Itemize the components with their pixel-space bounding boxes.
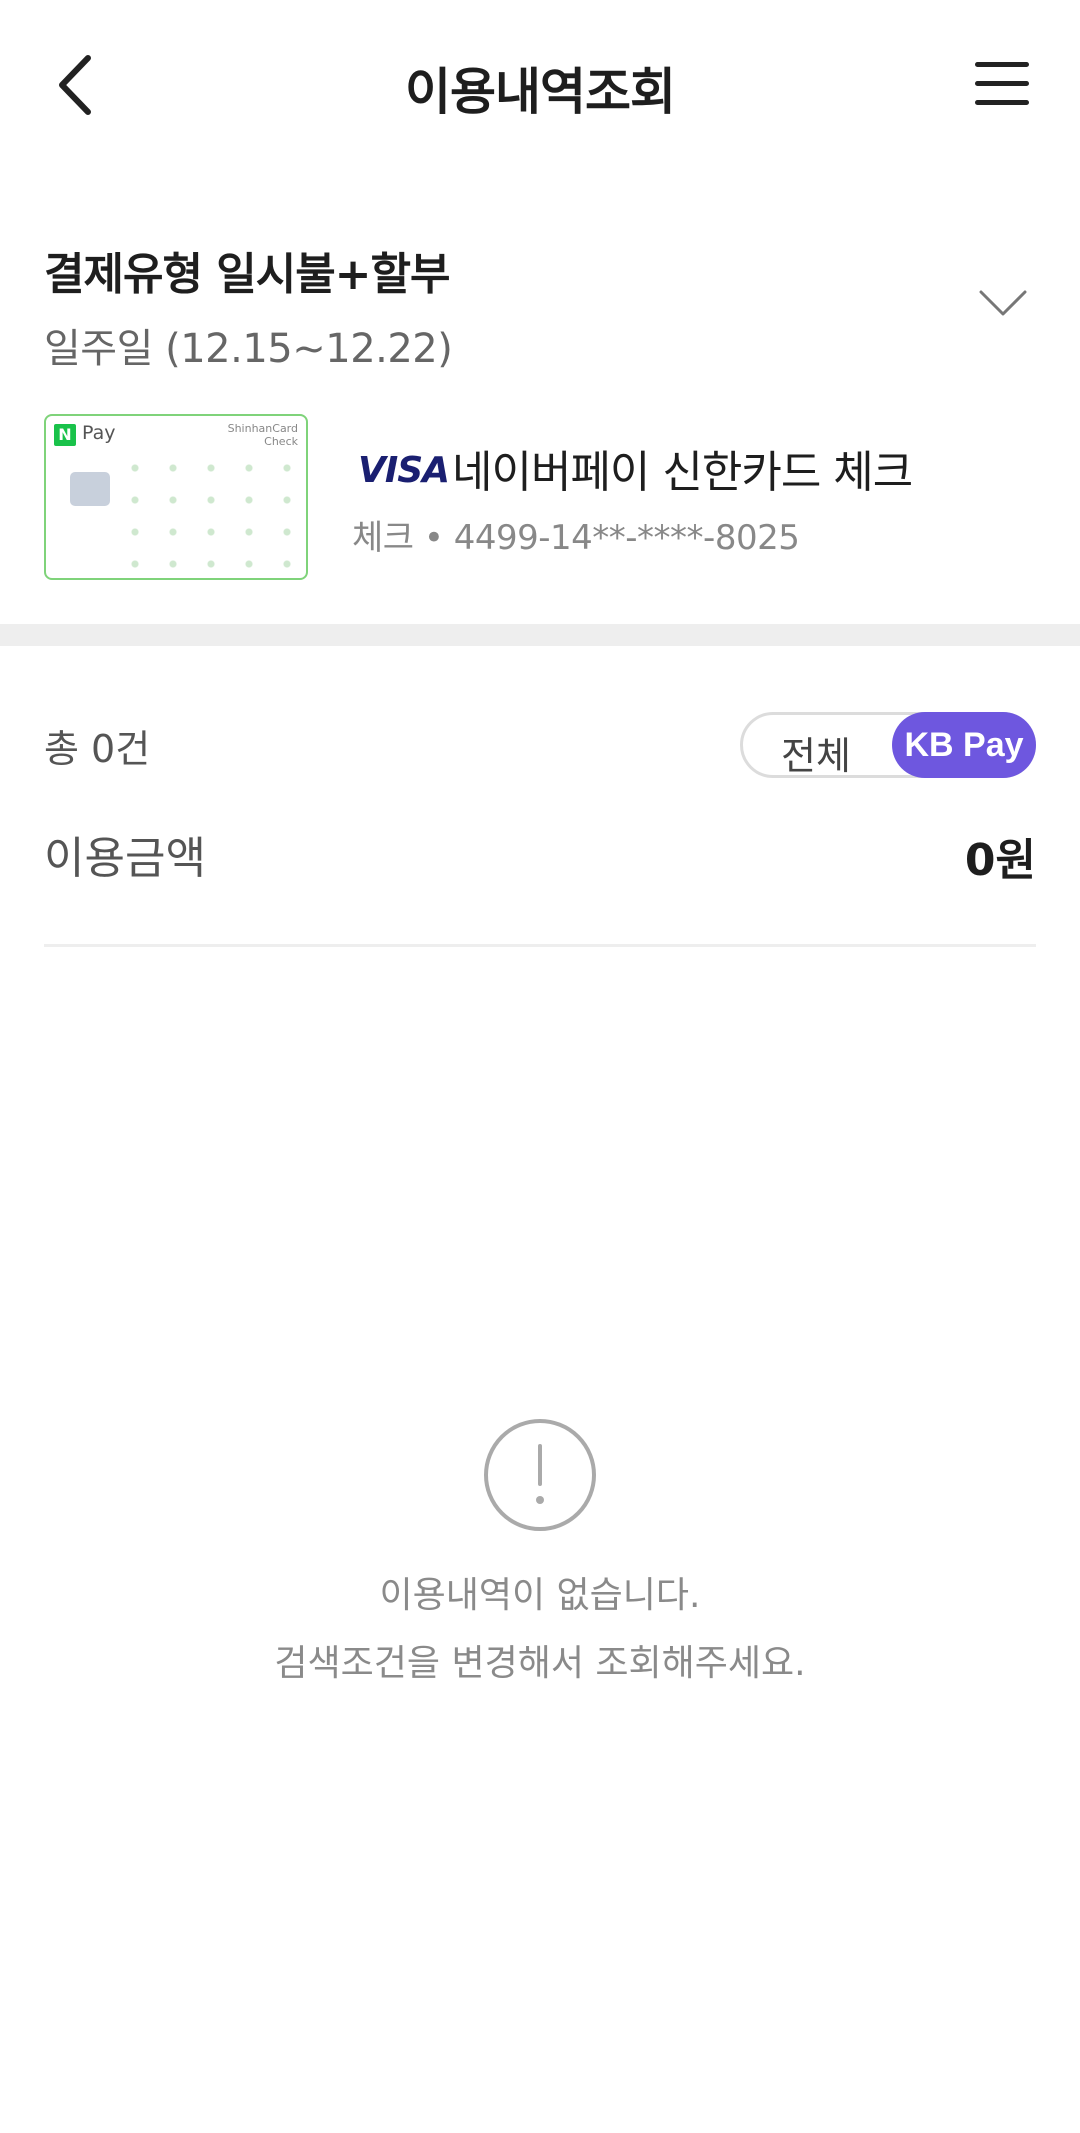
search-filter[interactable]: 결제유형 일시불+할부 일주일 (12.15~12.22) [0,230,1080,372]
total-count: 총 0건 [44,727,151,771]
filter-toggle[interactable]: 전체 KB Pay [740,712,1036,778]
amount-label: 이용금액 [44,833,206,884]
page-title: 이용내역조회 [405,63,676,121]
naver-n-logo: N [54,424,76,446]
toggle-kbpay-option[interactable]: KB Pay [892,712,1036,778]
card-number: 체크 • 4499-14**-****-8025 [352,518,800,558]
section-divider [0,624,1080,646]
empty-message: 이용내역이 없습니다. [379,1575,701,1616]
period-label: 일주일 (12.15~12.22) [44,326,453,372]
card-brand: ShinhanCard Check [227,422,298,448]
card-pattern [116,452,302,572]
visa-logo: VISA [358,450,450,491]
menu-button[interactable] [975,62,1029,108]
empty-hint: 검색조건을 변경해서 조회해주세요. [274,1643,806,1684]
divider [44,944,1036,947]
card-info: N Pay ShinhanCard Check VISA 네이버페이 신한카드 … [0,414,1080,584]
app-header: 이용내역조회 [0,0,1080,170]
hamburger-menu-icon [975,62,1029,67]
chevron-down-icon[interactable] [978,288,1028,318]
payment-type-label: 결제유형 일시불+할부 [44,249,451,300]
exclamation-circle-icon [484,1419,596,1531]
toggle-all-option[interactable]: 전체 [781,725,851,780]
card-name: 네이버페이 신한카드 체크 [452,447,913,498]
amount-value: 0원 [964,835,1036,886]
card-image: N Pay ShinhanCard Check [44,414,308,580]
card-pay-label: Pay [82,422,116,444]
card-chip [70,472,110,506]
